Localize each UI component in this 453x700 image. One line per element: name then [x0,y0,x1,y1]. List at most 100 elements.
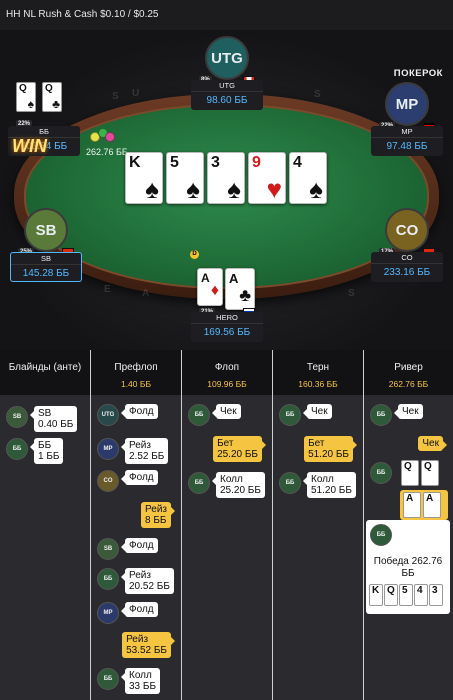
action-bubble: Чек [394,404,423,419]
position-badge: ББ [279,472,301,494]
win-text: Победа 262.76 ББ [373,556,443,579]
player-stack: 145.28 ББ [22,268,70,279]
mini-card: 3 [429,584,443,606]
column-header: Флоп 109.96 ББ [182,350,272,396]
win-badge: WIN [12,136,47,156]
mini-card: 4 [414,584,428,606]
rail-letter: S [112,91,119,102]
card-rank: 4 [417,585,423,596]
pot-amount: 262.76 ББ [86,147,128,157]
card-rank: A [406,493,414,504]
hand-history: Блайнды (анте) SB SB 0.40 ББ ББ ББ 1 ББ Пре… [0,350,453,700]
column-title: Терн [306,362,330,373]
player-name: HERO [191,312,263,324]
player-name: MP [371,126,443,138]
action-bubble: Чек [212,404,241,419]
nameplate-hero: HERO 169.56 ББ [191,312,263,342]
action-bubble: Колл 25.20 ББ [212,472,265,498]
action-bubble: Фолд [121,404,158,419]
spade-icon: ♠ [227,174,241,204]
card-rank: Q [45,83,53,94]
position-badge: ББ [370,404,392,426]
position-badge: SB [6,406,28,428]
action-bubble: Бет 51.20 ББ [304,436,357,462]
action-bubble: Фолд [121,602,158,617]
column-preflop: Префлоп 1.40 ББ UTG Фолд MP Рейз 2.52 ББ CO Ф… [91,350,181,700]
shown-cards: QQ [398,458,446,488]
player-stack: 169.56 ББ [203,327,251,338]
window-title-bar: HH NL Rush & Cash $0.10 / $0.25 [0,0,453,30]
avatar-co: CO [385,208,429,252]
board-card: 9 ♥ [248,152,286,204]
board-card: K ♠ [125,152,163,204]
card-rank: 5 [170,154,179,171]
card-rank: 5 [402,585,408,596]
player-name: CO [371,252,443,264]
card-rank: A [201,271,210,285]
column-flop: Флоп 109.96 ББ ББ Чек Бет 25.20 ББ ББ Колл 2… [182,350,272,700]
column-river: Ривер 262.76 ББ ББ Чек Чек ББ Q Q A A ББ Победа 2… [364,350,453,700]
hole-card: Q ♠ [16,82,36,112]
club-icon: ♣ [52,97,60,111]
hole-card: A ♦ [197,268,223,306]
action-bubble: Фолд [121,470,158,485]
position-badge: MP [97,438,119,460]
nameplate-utg: UTG 98.60 ББ [191,80,263,110]
card-rank: 3 [432,585,438,596]
column-pot: 109.96 ББ [207,379,247,389]
nameplate-mp: MP 97.48 ББ [371,126,443,156]
position-badge: ББ [97,668,119,690]
position-badge: MP [97,602,119,624]
player-name: SB [11,253,81,265]
position-badge: ББ [370,462,392,484]
board-card: 5 ♠ [166,152,204,204]
rail-letter: S [348,288,355,299]
chip-icon [105,132,115,142]
rail-letter: E [104,284,111,295]
board-card: 3 ♠ [207,152,245,204]
player-stack: 98.60 ББ [206,95,248,106]
action-bubble: Фолд [121,538,158,553]
spade-icon: ♠ [186,174,200,204]
card-rank: 3 [211,154,220,171]
mini-card: A [403,492,421,518]
nameplate-co: CO 233.16 ББ [371,252,443,282]
column-title: Флоп [214,362,240,373]
player-stack: 233.16 ББ [383,267,431,278]
position-badge: ББ [188,472,210,494]
column-body: ББ Чек Бет 25.20 ББ ББ Колл 25.20 ББ [182,396,272,700]
diamond-icon: ♦ [210,282,219,299]
game-title: HH NL Rush & Cash $0.10 / $0.25 [6,9,159,20]
spade-icon: ♠ [309,174,323,204]
action-bubble: Колл 51.20 ББ [303,472,356,498]
action-bubble: ББ 1 ББ [29,438,64,464]
card-rank: Q [387,585,395,596]
card-rank: K [372,585,380,596]
position-badge: ББ [6,438,28,460]
column-pot: 160.36 ББ [298,379,338,389]
poker-table: ПОКЕРОК S U S E A S UTG 8% UTG 98.60 ББ … [0,30,453,350]
action-bubble: Колл 33 ББ [120,668,161,694]
card-rank: Q [424,461,432,472]
card-rank: A [426,493,434,504]
avatar-sb: SB [24,208,68,252]
column-pot: 1.40 ББ [120,379,152,389]
spade-icon: ♠ [145,174,159,204]
avatar-mp: MP [385,82,429,126]
position-badge: CO [97,470,119,492]
action-bubble: SB 0.40 ББ [29,406,78,432]
card-rank: 4 [293,154,302,171]
player-stack: 97.48 ББ [386,141,428,152]
position-badge: ББ [188,404,210,426]
action-bubble: Бет 25.20 ББ [213,436,266,462]
avatar-utg: UTG [205,36,249,80]
card-rank: K [129,154,141,171]
card-rank: 9 [252,154,261,171]
mini-card: A [423,492,441,518]
mini-card: 5 [399,584,413,606]
action-bubble: Чек [418,436,447,451]
mini-card: K [369,584,383,606]
position-badge: ББ [97,568,119,590]
heart-icon: ♥ [266,174,282,204]
shown-cards: AA [400,490,448,520]
